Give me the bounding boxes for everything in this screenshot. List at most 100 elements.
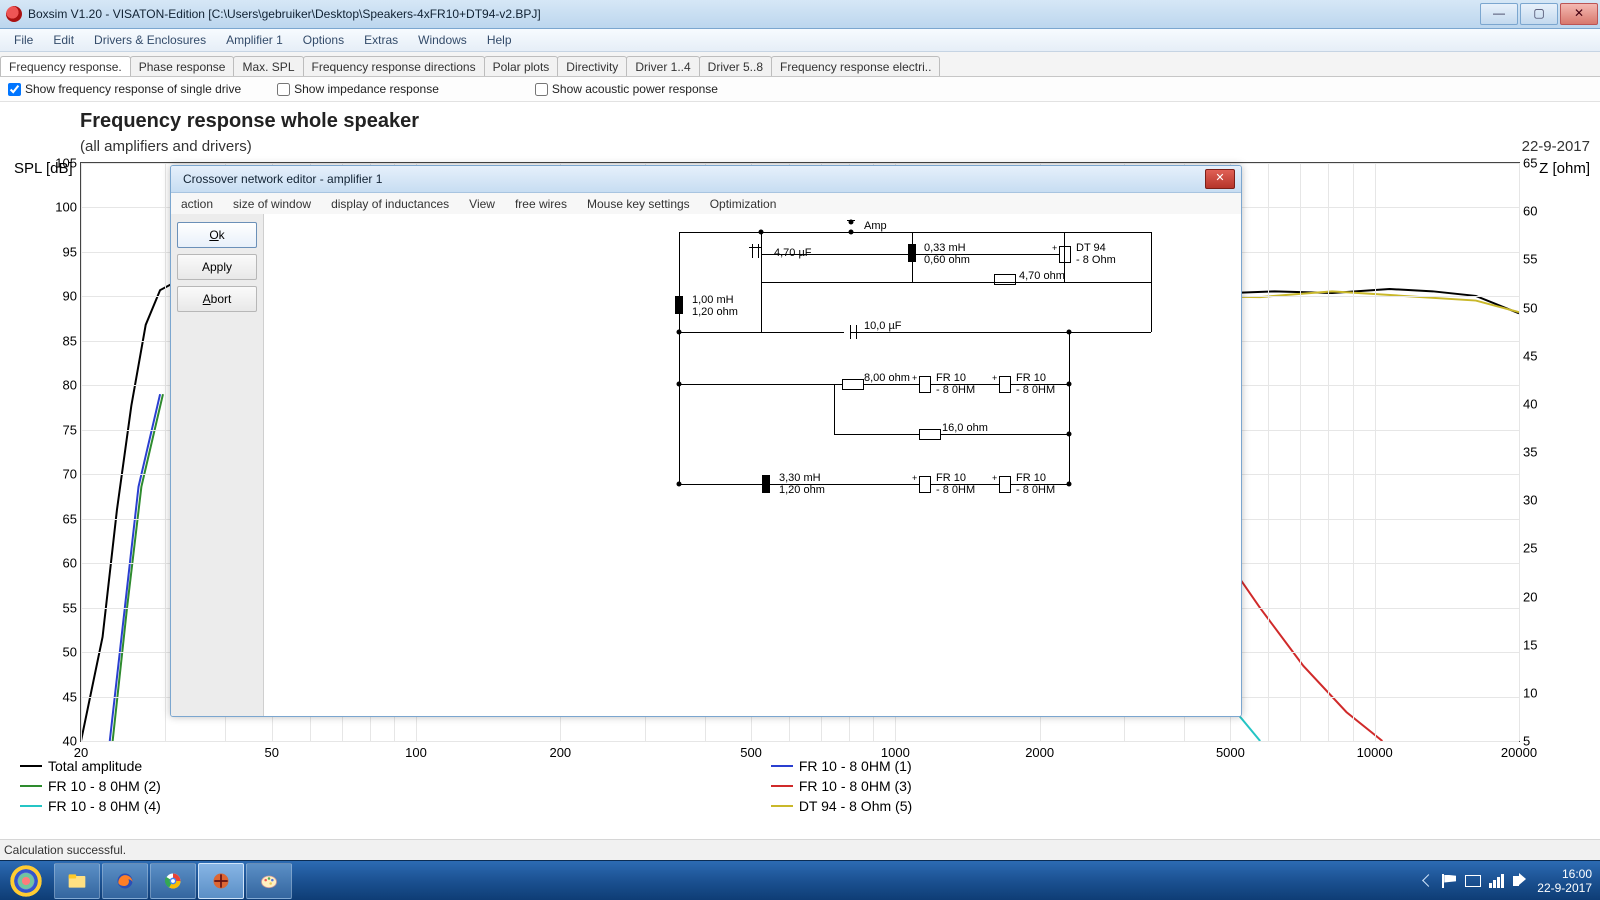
dlg-menu-action[interactable]: action <box>171 197 223 211</box>
menu-edit[interactable]: Edit <box>43 33 84 47</box>
y2-tick: 20 <box>1523 589 1537 604</box>
tabstrip: Frequency response. Phase response Max. … <box>0 52 1600 77</box>
tab-maxspl[interactable]: Max. SPL <box>233 56 303 76</box>
cap2-gap <box>844 329 850 335</box>
check-freq-single-box[interactable] <box>8 83 21 96</box>
dialog-titlebar: Crossover network editor - amplifier 1 ✕ <box>171 166 1241 193</box>
drv4 <box>919 476 931 493</box>
drv1-plus: + <box>1052 244 1057 253</box>
tray-clock[interactable]: 16:00 22-9-2017 <box>1537 867 1596 895</box>
legend-fr2: FR 10 - 8 0HM (2) <box>20 776 161 796</box>
dlg-menu-inductance[interactable]: display of inductances <box>321 197 459 211</box>
tab-driver58[interactable]: Driver 5..8 <box>699 56 772 76</box>
y2-tick: 45 <box>1523 348 1537 363</box>
y-tick: 85 <box>63 333 77 348</box>
tray-action-icon[interactable] <box>1465 874 1481 888</box>
tab-freq-electri[interactable]: Frequency response electri.. <box>771 56 940 76</box>
taskbar-chrome[interactable] <box>150 863 196 899</box>
tab-freq[interactable]: Frequency response. <box>0 56 131 76</box>
w-v3l <box>679 384 680 434</box>
tray-flag-icon[interactable] <box>1441 874 1457 888</box>
options-bar: Show frequency response of single drive … <box>0 77 1600 102</box>
taskbar-firefox[interactable] <box>102 863 148 899</box>
drv4-l2: - 8 0HM <box>936 484 975 496</box>
tab-polar[interactable]: Polar plots <box>484 56 559 76</box>
tab-driver14[interactable]: Driver 1..4 <box>626 56 699 76</box>
legend-dt: DT 94 - 8 Ohm (5) <box>771 796 912 816</box>
drv3 <box>999 376 1011 393</box>
taskbar: 16:00 22-9-2017 <box>0 860 1600 900</box>
w-h2 <box>679 332 1151 333</box>
dlg-menu-freewires[interactable]: free wires <box>505 197 577 211</box>
tray-volume-icon[interactable] <box>1513 874 1529 888</box>
menu-file[interactable]: File <box>4 33 43 47</box>
dlg-menu-view[interactable]: View <box>459 197 505 211</box>
close-button[interactable]: ✕ <box>1560 3 1598 25</box>
y2-tick: 10 <box>1523 685 1537 700</box>
y2-tick: 35 <box>1523 445 1537 460</box>
w-h3b <box>834 434 1069 435</box>
check-impedance[interactable]: Show impedance response <box>277 82 439 96</box>
ok-button[interactable]: Ok <box>177 222 257 248</box>
node-top1 <box>759 230 764 235</box>
tab-phase[interactable]: Phase response <box>130 56 235 76</box>
legend-fr4-label: FR 10 - 8 0HM (4) <box>48 796 161 816</box>
cap2-p2 <box>856 325 857 339</box>
check-power-box[interactable] <box>535 83 548 96</box>
drv5-l1: FR 10 <box>1016 472 1046 484</box>
tray-network-icon[interactable] <box>1489 874 1505 888</box>
schematic-canvas[interactable]: Amp 4,70 µF 0,33 mH 0,60 ohm <box>264 214 1241 716</box>
cap2-p1 <box>850 325 851 339</box>
taskbar-explorer[interactable] <box>54 863 100 899</box>
check-impedance-box[interactable] <box>277 83 290 96</box>
main-titlebar: Boxsim V1.20 - VISATON-Edition [C:\Users… <box>0 0 1600 29</box>
abort-button[interactable]: Abort <box>177 286 257 312</box>
menu-drivers[interactable]: Drivers & Enclosures <box>84 33 216 47</box>
apply-button[interactable]: Apply <box>177 254 257 280</box>
cap1-plate1 <box>752 244 753 258</box>
w-v3m <box>834 384 835 434</box>
y-tick: 105 <box>55 156 77 171</box>
x-tick: 20000 <box>1501 745 1537 760</box>
dlg-menu-size[interactable]: size of window <box>223 197 321 211</box>
legend-fr3: FR 10 - 8 0HM (3) <box>771 776 912 796</box>
check-power[interactable]: Show acoustic power response <box>535 82 718 96</box>
cap1-lead-l <box>749 247 761 248</box>
y2-tick: 30 <box>1523 493 1537 508</box>
start-button[interactable] <box>4 864 48 898</box>
tray-expand-icon[interactable] <box>1422 874 1435 887</box>
maximize-button[interactable]: ▢ <box>1520 3 1558 25</box>
drv5 <box>999 476 1011 493</box>
y-tick: 90 <box>63 289 77 304</box>
y-tick: 75 <box>63 422 77 437</box>
tab-directivity[interactable]: Directivity <box>557 56 627 76</box>
menu-options[interactable]: Options <box>293 33 354 47</box>
menu-help[interactable]: Help <box>477 33 522 47</box>
y2-tick: 50 <box>1523 300 1537 315</box>
menu-extras[interactable]: Extras <box>354 33 408 47</box>
cap1-plate2 <box>758 244 759 258</box>
menu-amplifier[interactable]: Amplifier 1 <box>216 33 293 47</box>
drv1-l1: DT 94 <box>1076 242 1106 254</box>
tray-date: 22-9-2017 <box>1537 881 1592 895</box>
menu-windows[interactable]: Windows <box>408 33 477 47</box>
dlg-menu-opt[interactable]: Optimization <box>700 197 787 211</box>
w-h0 <box>679 232 761 233</box>
dlg-menu-mouse[interactable]: Mouse key settings <box>577 197 700 211</box>
check-power-label: Show acoustic power response <box>552 82 718 96</box>
drv5-plus: + <box>992 474 997 483</box>
statusbar: Calculation successful. <box>0 839 1600 860</box>
node-l2 <box>677 330 682 335</box>
drv2 <box>919 376 931 393</box>
minimize-button[interactable]: — <box>1480 3 1518 25</box>
legend-fr1-label: FR 10 - 8 0HM (1) <box>799 756 912 776</box>
dialog-close-button[interactable]: ✕ <box>1205 169 1235 189</box>
drv2-plus: + <box>912 374 917 383</box>
taskbar-paint[interactable] <box>246 863 292 899</box>
check-freq-single[interactable]: Show frequency response of single drive <box>8 82 241 96</box>
y2-tick: 55 <box>1523 252 1537 267</box>
legend-dt-label: DT 94 - 8 Ohm (5) <box>799 796 912 816</box>
y-tick: 80 <box>63 378 77 393</box>
tab-freq-dir[interactable]: Frequency response directions <box>303 56 485 76</box>
taskbar-boxsim[interactable] <box>198 863 244 899</box>
